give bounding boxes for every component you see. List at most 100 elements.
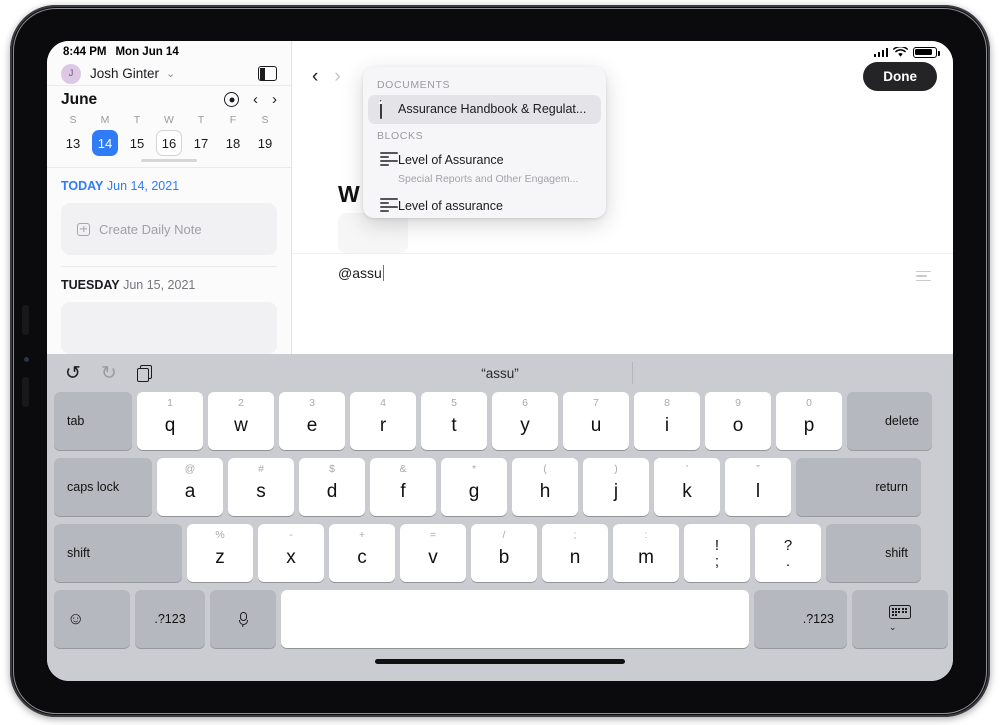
block-handle-icon[interactable] <box>916 271 931 284</box>
key--123[interactable]: .?123 <box>135 590 205 648</box>
key-e[interactable]: 3e <box>279 392 345 450</box>
key-hint: ( <box>543 463 547 475</box>
key-label: e <box>306 415 318 436</box>
account-name[interactable]: Josh Ginter <box>90 66 159 81</box>
autocomplete-popup[interactable]: DOCUMENTS Assurance Handbook & Regulat..… <box>363 67 606 218</box>
keyboard-row: tab 1 q 2 w 3 e 4 r 5 t 6 y 7 u 8 i 9 o 0 p delete <box>51 392 949 458</box>
key-return[interactable]: return <box>796 458 921 516</box>
chevron-down-icon[interactable]: ⌄ <box>166 67 175 80</box>
calendar-expand-handle[interactable] <box>141 158 197 163</box>
key-label: r <box>379 415 387 436</box>
keyboard-toolbar: ↺ ↻ “assu” <box>51 354 949 392</box>
calendar-day[interactable]: 19 <box>252 130 278 156</box>
calendar-day-selected[interactable]: 14 <box>92 130 118 157</box>
keyboard-row: ☺ .?123 .?123 ⌄ <box>51 590 949 656</box>
key-u[interactable]: 7u <box>563 392 629 450</box>
key-hint: 0 <box>806 397 812 409</box>
key-hint: : <box>644 529 648 541</box>
key-label: m <box>638 547 654 568</box>
document-title[interactable]: W <box>338 181 360 208</box>
key-caps-lock[interactable]: caps lock <box>54 458 152 516</box>
today-target-icon[interactable] <box>224 92 239 108</box>
key-upper-label: ! <box>714 536 720 554</box>
next-month-button[interactable]: › <box>272 92 277 107</box>
autocomplete-item-title: Assurance Handbook & Regulat... <box>398 102 587 116</box>
key-s[interactable]: # s <box>228 458 294 516</box>
key-space[interactable] <box>281 590 749 648</box>
calendar-month-row: June ‹ › <box>47 86 291 114</box>
key-o[interactable]: 9o <box>705 392 771 450</box>
key-hint: 2 <box>238 397 244 409</box>
volume-up-button[interactable] <box>22 305 29 335</box>
volume-down-button[interactable] <box>22 377 29 407</box>
plus-box-icon <box>77 222 90 236</box>
key-f[interactable]: & f <box>370 458 436 516</box>
autocomplete-item-block[interactable]: Level of Assurance Special Reports and O… <box>368 146 601 192</box>
calendar-day-outlined[interactable]: 16 <box>156 130 182 157</box>
create-daily-note-button[interactable] <box>61 302 277 355</box>
sidebar-toggle-icon[interactable] <box>258 66 277 82</box>
key-x[interactable]: -x <box>258 524 324 582</box>
key-label: return <box>875 480 908 494</box>
key-shift[interactable]: shift <box>54 524 182 582</box>
nav-back-button[interactable]: ‹ <box>304 67 326 86</box>
key-shift[interactable]: shift <box>826 524 921 582</box>
key-dictation[interactable] <box>210 590 276 648</box>
create-daily-note-button[interactable]: Create Daily Note <box>61 203 277 256</box>
key-period[interactable]: ?. <box>755 524 821 582</box>
key-c[interactable]: + c <box>329 524 395 582</box>
key-i[interactable]: 8i <box>634 392 700 450</box>
key-b[interactable]: / b <box>471 524 537 582</box>
key-label: v <box>428 547 438 568</box>
autocomplete-item-block[interactable]: Level of assurance <box>368 192 601 218</box>
key-v[interactable]: = v <box>400 524 466 582</box>
key-d[interactable]: $ d <box>299 458 365 516</box>
autocomplete-group-label: BLOCKS <box>377 130 424 142</box>
key-upper-label: ? <box>783 536 793 554</box>
key-tab[interactable]: tab <box>54 392 132 450</box>
key-n[interactable]: ; n <box>542 524 608 582</box>
key-m[interactable]: :m <box>613 524 679 582</box>
calendar-day[interactable]: 15 <box>124 130 150 156</box>
key-g[interactable]: * g <box>441 458 507 516</box>
keyboard-prediction[interactable]: “assu” <box>51 366 949 381</box>
key-dismiss-keyboard[interactable]: ⌄ <box>852 590 948 648</box>
key-t[interactable]: 5t <box>421 392 487 450</box>
key-label: a <box>184 481 196 502</box>
calendar-day[interactable]: 17 <box>188 130 214 156</box>
key-a[interactable]: @ a <box>157 458 223 516</box>
autocomplete-item-document[interactable]: Assurance Handbook & Regulat... <box>368 95 601 124</box>
key-label: o <box>732 415 744 436</box>
key-q[interactable]: 1q <box>137 392 203 450</box>
key-y[interactable]: 6y <box>492 392 558 450</box>
key-semicolon[interactable]: !; <box>684 524 750 582</box>
key-r[interactable]: 4r <box>350 392 416 450</box>
key-h[interactable]: (h <box>512 458 578 516</box>
nav-forward-button[interactable]: › <box>326 67 348 86</box>
key-k[interactable]: ’ k <box>654 458 720 516</box>
key-j[interactable]: ) j <box>583 458 649 516</box>
key-delete[interactable]: delete <box>847 392 932 450</box>
calendar-day[interactable]: 18 <box>220 130 246 156</box>
editor-text-line[interactable]: @assu <box>338 265 385 281</box>
done-button[interactable]: Done <box>863 62 937 91</box>
avatar[interactable]: J <box>61 63 81 84</box>
key-emoji[interactable]: ☺ <box>54 590 130 648</box>
key-hint: ; <box>573 529 577 541</box>
key-hint: / <box>502 529 506 541</box>
key-z[interactable]: % z <box>187 524 253 582</box>
key-label: shift <box>67 546 90 560</box>
key-w[interactable]: 2w <box>208 392 274 450</box>
key-l[interactable]: ” l <box>725 458 791 516</box>
weekday-label: T <box>133 114 141 127</box>
calendar-day[interactable]: 13 <box>60 130 86 156</box>
home-indicator[interactable] <box>375 659 625 664</box>
editor-text: @assu <box>338 265 382 281</box>
prev-month-button[interactable]: ‹ <box>253 92 258 107</box>
key-hint: 3 <box>309 397 315 409</box>
weekday-label: F <box>229 114 237 127</box>
key-p[interactable]: 0p <box>776 392 842 450</box>
key--123[interactable]: .?123 <box>754 590 847 648</box>
key-label: .?123 <box>154 612 186 626</box>
microphone-icon <box>238 611 248 627</box>
